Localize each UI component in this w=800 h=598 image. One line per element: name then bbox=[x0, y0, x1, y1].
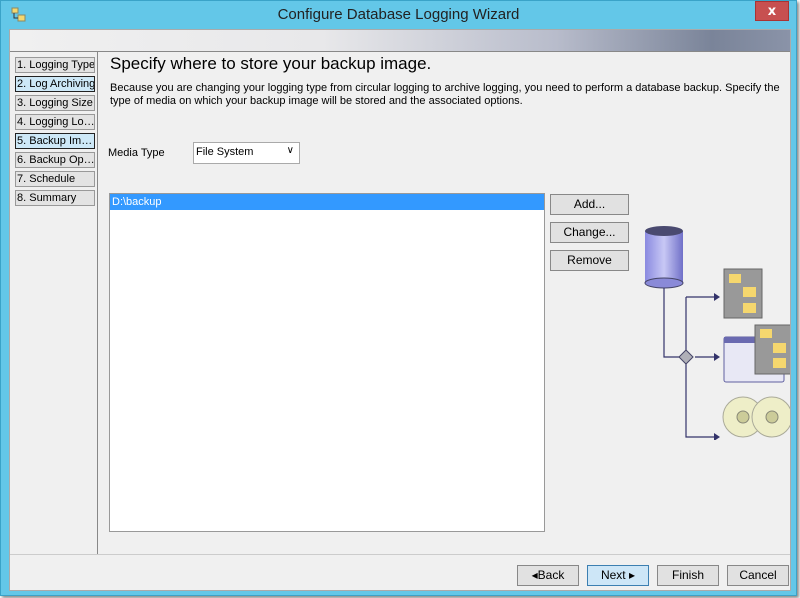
media-type-label: Media Type bbox=[108, 147, 165, 159]
remove-button[interactable]: Remove bbox=[550, 250, 629, 271]
step-backup-image[interactable]: 5. Backup Im… bbox=[15, 133, 95, 149]
cd-icon bbox=[722, 396, 790, 438]
media-diagram bbox=[644, 226, 790, 440]
database-icon bbox=[644, 226, 684, 289]
steps-sidebar: 1. Logging Type 2. Log Archiving 3. Logg… bbox=[12, 52, 98, 554]
change-button[interactable]: Change... bbox=[550, 222, 629, 243]
wizard-body: 1. Logging Type 2. Log Archiving 3. Logg… bbox=[9, 29, 791, 591]
step-schedule[interactable]: 7. Schedule bbox=[15, 171, 95, 187]
window-folder-icon bbox=[723, 324, 790, 383]
location-list[interactable]: D:\backup bbox=[109, 193, 545, 532]
close-button[interactable]: x bbox=[755, 1, 789, 21]
list-item[interactable]: D:\backup bbox=[110, 194, 544, 210]
connector-lines bbox=[663, 288, 714, 438]
step-logging-location[interactable]: 4. Logging Lo… bbox=[15, 114, 95, 130]
step-backup-options[interactable]: 6. Backup Op… bbox=[15, 152, 95, 168]
page-description: Because you are changing your logging ty… bbox=[110, 82, 780, 107]
wizard-window: Configure Database Logging Wizard x 1. L… bbox=[0, 0, 797, 596]
step-logging-type[interactable]: 1. Logging Type bbox=[15, 57, 95, 73]
media-type-select[interactable]: File System ∨ bbox=[193, 142, 300, 164]
window-title: Configure Database Logging Wizard bbox=[277, 6, 520, 23]
media-type-value: File System bbox=[196, 146, 254, 158]
folder-tree-icon bbox=[723, 268, 763, 319]
step-logging-size[interactable]: 3. Logging Size bbox=[15, 95, 95, 111]
chevron-down-icon: ∨ bbox=[286, 145, 294, 156]
add-button[interactable]: Add... bbox=[550, 194, 629, 215]
step-summary[interactable]: 8. Summary bbox=[15, 190, 95, 206]
finish-button[interactable]: Finish bbox=[657, 565, 719, 586]
step-log-archiving[interactable]: 2. Log Archiving bbox=[15, 76, 95, 92]
header-banner bbox=[10, 30, 790, 52]
back-button[interactable]: ◂Back bbox=[517, 565, 579, 586]
footer-divider bbox=[10, 554, 790, 555]
page-title: Specify where to store your backup image… bbox=[110, 54, 432, 73]
next-button[interactable]: Next ▸ bbox=[587, 565, 649, 586]
diamond-icon bbox=[678, 349, 694, 365]
cancel-button[interactable]: Cancel bbox=[727, 565, 789, 586]
triangle-right-icon: ▸ bbox=[629, 568, 636, 582]
